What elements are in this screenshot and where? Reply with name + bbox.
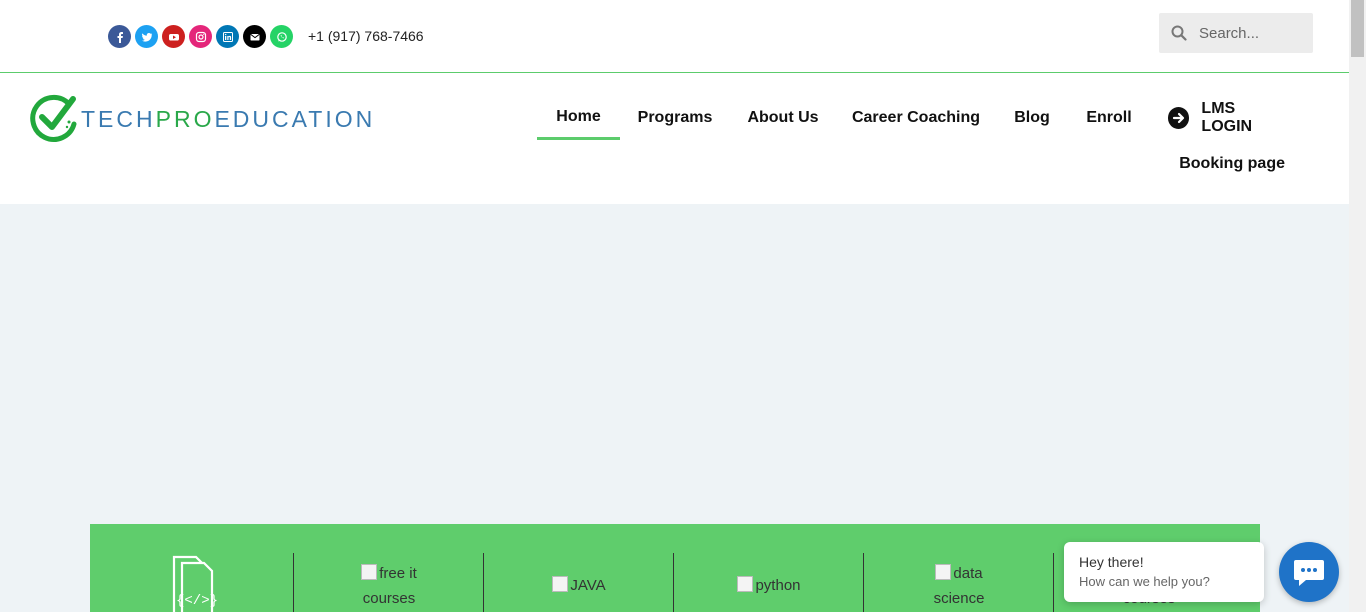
broken-image-icon: [552, 576, 569, 592]
phone-number[interactable]: +1 (917) 768-7466: [308, 28, 424, 44]
search-box: [1159, 13, 1313, 53]
social-links: [108, 25, 293, 48]
broken-image-icon: [737, 576, 754, 592]
vertical-scrollbar[interactable]: [1349, 0, 1366, 612]
broken-image-icon: [361, 564, 378, 580]
scrollbar-thumb[interactable]: [1351, 0, 1364, 57]
chat-subtitle: How can we help you?: [1079, 574, 1210, 589]
nav-blog[interactable]: Blog: [996, 96, 1068, 140]
main-header: TECHPROEDUCATION Home Programs About Us …: [0, 74, 1349, 204]
nav-booking-page[interactable]: Booking page: [1167, 142, 1297, 186]
chat-icon: [1294, 560, 1324, 586]
nav-enroll[interactable]: Enroll: [1068, 96, 1150, 140]
linkedin-icon[interactable]: [216, 25, 239, 48]
chat-launcher-button[interactable]: [1279, 542, 1339, 602]
data-science-label: data science: [933, 564, 985, 607]
python-label: python: [729, 573, 809, 598]
main-nav: Home Programs About Us Career Coaching B…: [537, 74, 1297, 204]
whatsapp-icon[interactable]: [270, 25, 293, 48]
feature-code-item[interactable]: {</>}: [90, 553, 280, 612]
free-it-courses-label: free it courses: [361, 564, 417, 607]
java-label: JAVA: [539, 573, 619, 598]
page: +1 (917) 768-7466 TECHPROEDUCATION Home …: [0, 0, 1366, 612]
checkmark-logo-icon: [30, 95, 77, 142]
site-logo[interactable]: TECHPROEDUCATION: [29, 94, 375, 144]
twitter-icon[interactable]: [135, 25, 158, 48]
top-bar: +1 (917) 768-7466: [0, 0, 1349, 73]
feature-python[interactable]: python: [673, 553, 863, 612]
nav-career-coaching[interactable]: Career Coaching: [836, 96, 996, 140]
nav-home[interactable]: Home: [537, 96, 620, 140]
chat-greeting-bubble[interactable]: Hey there! How can we help you?: [1064, 542, 1264, 602]
youtube-icon[interactable]: [162, 25, 185, 48]
arrow-right-circle-icon: [1168, 107, 1190, 129]
nav-lms-login[interactable]: LMS LOGIN: [1168, 96, 1288, 140]
instagram-icon[interactable]: [189, 25, 212, 48]
facebook-icon[interactable]: [108, 25, 131, 48]
feature-free-it-courses[interactable]: free it courses: [293, 553, 483, 612]
code-file-icon: {</>}: [172, 555, 218, 612]
svg-text:{</>}: {</>}: [176, 593, 218, 609]
nav-about-us[interactable]: About Us: [730, 96, 836, 140]
broken-image-icon: [935, 564, 952, 580]
search-icon[interactable]: [1159, 25, 1199, 41]
logo-text: TECHPROEDUCATION: [81, 105, 376, 132]
chat-title: Hey there!: [1079, 554, 1144, 570]
lms-login-label: LMS LOGIN: [1201, 100, 1253, 135]
nav-programs[interactable]: Programs: [620, 96, 730, 140]
envelope-icon[interactable]: [243, 25, 266, 48]
feature-java[interactable]: JAVA: [483, 553, 673, 612]
search-input[interactable]: [1199, 24, 1307, 42]
feature-data-science[interactable]: data science: [863, 553, 1053, 612]
